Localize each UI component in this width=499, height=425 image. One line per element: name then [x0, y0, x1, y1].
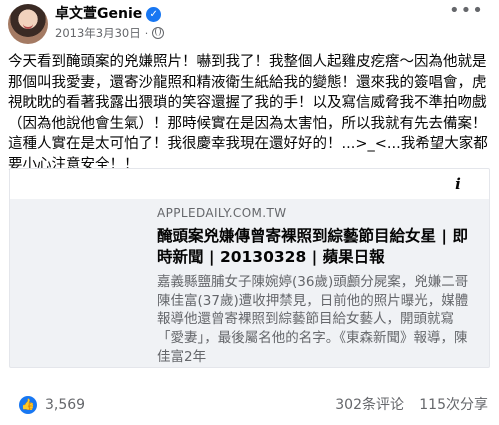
author-avatar[interactable]: [8, 4, 48, 44]
like-reaction-icon[interactable]: 👍: [19, 396, 37, 414]
verified-badge-icon: ✓: [146, 6, 162, 22]
globe-icon: [152, 27, 165, 39]
post-meta: 2013年3月30日 ·: [55, 26, 165, 40]
info-icon[interactable]: i: [447, 173, 469, 195]
engagement-stats: 👍 3,569 302条评论 115次分享: [9, 394, 490, 418]
link-preview-card[interactable]: i APPLEDAILY.COM.TW 醃頭案兇嫌傳曾寄裸照到綜藝節目給女星 |…: [9, 168, 490, 368]
link-preview-body: APPLEDAILY.COM.TW 醃頭案兇嫌傳曾寄裸照到綜藝節目給女星 | 即…: [157, 205, 477, 367]
link-description: 嘉義縣鹽脯女子陳婉婷(36歲)頭顱分屍案，兇嫌二哥陳佳富(37歲)遭收押禁見，日…: [157, 274, 469, 365]
author-name[interactable]: 卓文萱Genie: [55, 5, 142, 23]
avatar-face-detail: [23, 24, 33, 29]
post-date[interactable]: 2013年3月30日: [55, 26, 141, 40]
facebook-post: 卓文萱Genie ✓ 2013年3月30日 · ••• 今天看到醃頭案的兇嫌照片…: [0, 0, 499, 425]
post-body-text: 今天看到醃頭案的兇嫌照片！嚇到我了！我整個人起雞皮疙瘩～因為他就是那個叫我愛妻，…: [8, 54, 488, 173]
link-title[interactable]: 醃頭案兇嫌傳曾寄裸照到綜藝節目給女星 | 即時新聞 | 20130328 | 蘋…: [157, 226, 477, 267]
more-options-icon[interactable]: •••: [449, 2, 483, 26]
link-preview-image-area: [10, 169, 489, 199]
link-domain: APPLEDAILY.COM.TW: [157, 206, 287, 220]
meta-separator: ·: [144, 26, 149, 40]
post-header: 卓文萱Genie ✓ 2013年3月30日 ·: [8, 4, 448, 44]
like-count[interactable]: 3,569: [45, 397, 85, 414]
share-count[interactable]: 115次分享: [419, 397, 488, 414]
author-name-row: 卓文萱Genie ✓: [55, 5, 162, 23]
comment-count[interactable]: 302条评论: [335, 397, 404, 414]
